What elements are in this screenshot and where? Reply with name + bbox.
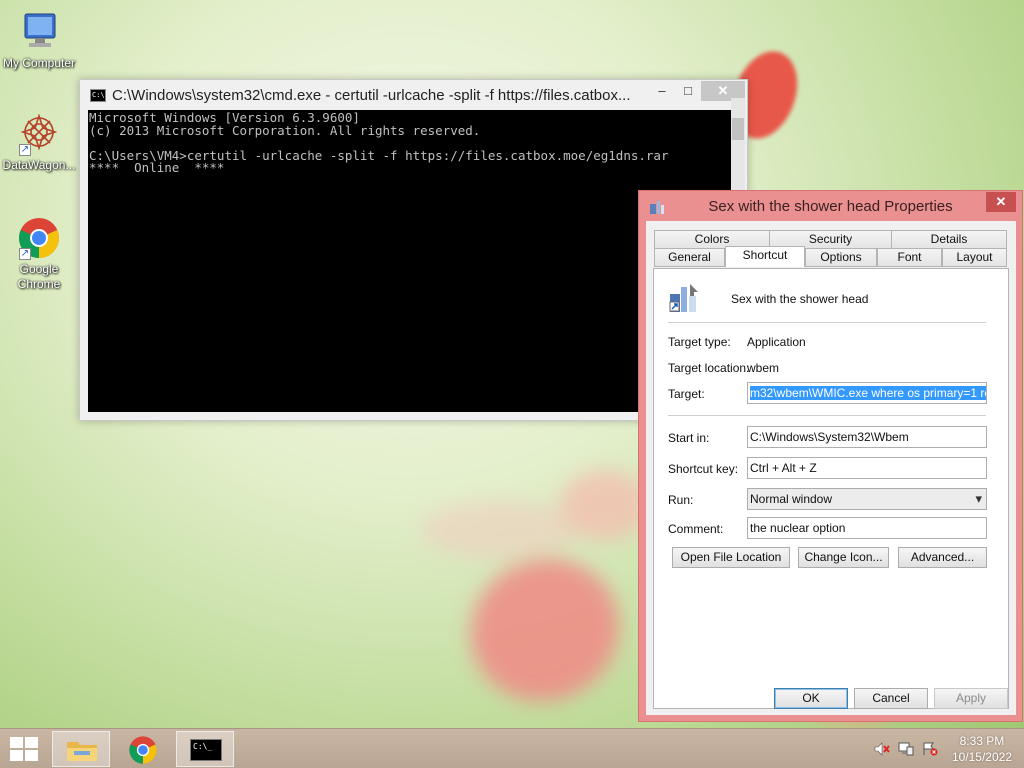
wallpaper-petal xyxy=(447,534,643,726)
folder-icon xyxy=(66,738,98,762)
target-input[interactable]: m32\wbem\WMIC.exe where os primary=1 reb… xyxy=(747,382,987,404)
desktop-icon-label: DataWagon... xyxy=(2,158,76,172)
windows-logo-pane xyxy=(25,750,38,761)
console-line: **** Online **** xyxy=(89,160,225,175)
taskbar-chrome[interactable] xyxy=(114,731,172,767)
taskbar-cmd[interactable]: C:\_ xyxy=(176,731,234,767)
tab-details[interactable]: Details xyxy=(891,230,1007,249)
shortcut-arrow-icon: ↗ xyxy=(19,144,31,156)
wallpaper-petal xyxy=(420,500,580,560)
chrome-icon: ↗ xyxy=(17,216,61,260)
apply-button[interactable]: Apply xyxy=(934,688,1008,709)
clock-time: 8:33 PM xyxy=(959,734,1005,748)
run-label: Run: xyxy=(668,493,694,507)
separator xyxy=(668,415,986,416)
start-in-input[interactable]: C:\Windows\System32\Wbem xyxy=(747,426,987,448)
computer-icon xyxy=(17,10,61,54)
volume-muted-icon[interactable] xyxy=(874,742,890,756)
desktop-icon-datawagon[interactable]: ↗ DataWagon... xyxy=(0,112,78,173)
target-type-value: Application xyxy=(747,335,806,349)
comment-label: Comment: xyxy=(668,522,724,536)
change-icon-button[interactable]: Change Icon... xyxy=(798,547,889,568)
desktop-icon-google-chrome[interactable]: ↗ Google Chrome xyxy=(0,216,78,292)
scrollbar-thumb[interactable] xyxy=(732,118,744,140)
wmic-shortcut-icon xyxy=(668,282,700,314)
close-button[interactable]: ✕ xyxy=(986,192,1016,212)
taskbar: C:\_ 8:33 PM 10/15/2022 xyxy=(0,728,1024,768)
clock-date: 10/15/2022 xyxy=(951,750,1012,764)
advanced-button[interactable]: Advanced... xyxy=(898,547,987,568)
comment-input[interactable]: the nuclear option xyxy=(747,517,987,539)
shortcut-arrow-icon: ↗ xyxy=(19,248,31,260)
taskbar-file-explorer[interactable] xyxy=(52,731,110,767)
action-center-icon[interactable] xyxy=(922,742,938,756)
tab-font[interactable]: Font xyxy=(877,248,942,267)
shortcut-key-input[interactable]: Ctrl + Alt + Z xyxy=(747,457,987,479)
windows-logo-pane xyxy=(10,750,23,761)
cancel-button[interactable]: Cancel xyxy=(854,688,928,709)
start-button[interactable] xyxy=(10,737,38,761)
shortcut-tab-panel: Sex with the shower head Target type: Ap… xyxy=(653,268,1009,709)
network-icon[interactable] xyxy=(898,742,914,756)
tab-options[interactable]: Options xyxy=(805,248,877,267)
dialog-client-area: Colors Security Details General Shortcut… xyxy=(646,221,1016,715)
separator xyxy=(668,322,986,323)
dialog-title: Sex with the shower head Properties xyxy=(708,198,953,215)
tab-layout[interactable]: Layout xyxy=(942,248,1007,267)
maximize-button[interactable]: □ xyxy=(675,81,701,101)
shortcut-key-label: Shortcut key: xyxy=(668,462,739,476)
wallpaper-petal xyxy=(560,470,650,540)
properties-dialog[interactable]: Sex with the shower head Properties ✕ Co… xyxy=(638,190,1023,722)
desktop-icon-label: My Computer xyxy=(2,56,76,70)
ok-button[interactable]: OK xyxy=(774,688,848,709)
target-input-text: m32\wbem\WMIC.exe where os primary=1 reb… xyxy=(750,386,986,400)
target-location-value: wbem xyxy=(747,361,780,375)
open-file-location-button[interactable]: Open File Location xyxy=(672,547,790,568)
tab-general[interactable]: General xyxy=(654,248,725,267)
windows-logo-pane xyxy=(25,737,38,748)
datawagon-icon: ↗ xyxy=(17,112,61,156)
target-type-label: Target type: xyxy=(668,335,731,349)
cmd-window-title: C:\Windows\system32\cmd.exe - certutil -… xyxy=(112,86,631,104)
cmd-icon: C:\ xyxy=(90,88,106,102)
start-in-label: Start in: xyxy=(668,431,710,445)
system-clock[interactable]: 8:33 PM 10/15/2022 xyxy=(952,733,1012,765)
desktop-icon-label: Google Chrome xyxy=(17,262,61,291)
cmd-title-bar[interactable]: C:\ C:\Windows\system32\cmd.exe - certut… xyxy=(80,80,747,110)
target-location-label: Target location: xyxy=(668,361,750,375)
minimize-button[interactable]: – xyxy=(649,81,675,101)
shortcut-name: Sex with the shower head xyxy=(731,292,869,306)
run-select[interactable]: Normal window xyxy=(747,488,987,510)
desktop-icon-my-computer[interactable]: My Computer xyxy=(0,10,78,71)
cmd-icon: C:\_ xyxy=(190,739,222,761)
windows-logo-icon xyxy=(10,737,23,748)
dialog-title-bar[interactable]: Sex with the shower head Properties ✕ xyxy=(639,191,1022,221)
tab-shortcut[interactable]: Shortcut xyxy=(725,246,805,267)
console-line: (c) 2013 Microsoft Corporation. All righ… xyxy=(89,122,481,138)
target-label: Target: xyxy=(668,387,705,401)
chrome-icon xyxy=(128,735,158,765)
